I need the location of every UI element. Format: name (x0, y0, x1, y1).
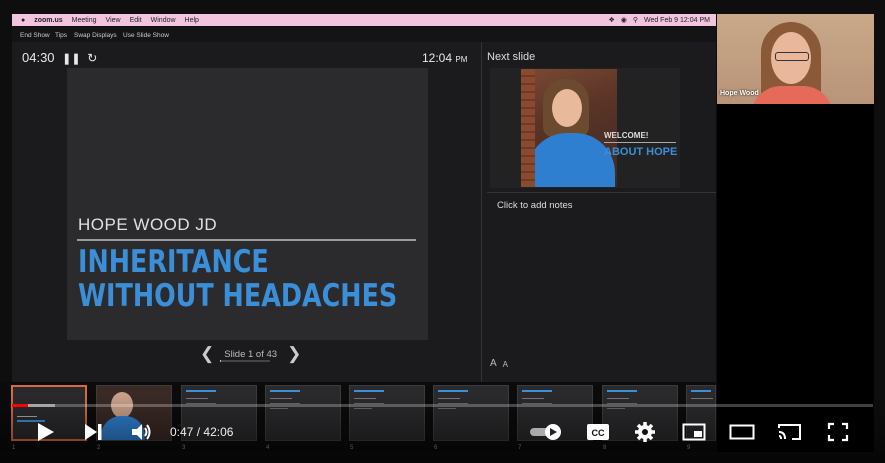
swap-displays-button[interactable]: Swap Displays (74, 32, 117, 39)
slide-presenter-name: HOPE WOOD JD (78, 215, 218, 234)
autoplay-toggle-icon[interactable] (529, 423, 565, 441)
slide-title: INHERITANCE WITHOUT HEADACHES (78, 244, 398, 314)
menu-view[interactable]: View (106, 17, 121, 24)
time-current: 0:47 (170, 425, 194, 439)
search-icon[interactable]: ⚲ (633, 16, 638, 24)
slide-counter: Slide 1 of 43 (224, 348, 278, 360)
time-separator: / (196, 425, 201, 439)
time-total: 42:06 (203, 425, 234, 439)
seek-played (12, 404, 28, 407)
volume-icon[interactable] (130, 421, 152, 443)
pause-icon[interactable]: ❚❚ (62, 53, 80, 65)
current-time: 12:04 PM (422, 51, 467, 65)
menu-edit[interactable]: Edit (130, 17, 142, 24)
next-slide-heading: WELCOME! (604, 131, 649, 140)
miniplayer-icon[interactable] (682, 423, 706, 441)
menu-app-name[interactable]: zoom.us (34, 17, 62, 24)
next-slide-label: Next slide (487, 51, 536, 63)
svg-text:CC: CC (592, 428, 605, 438)
tips-button[interactable]: Tips (55, 32, 67, 39)
dropbox-icon[interactable]: ❖ (608, 16, 614, 24)
clock-ampm: PM (455, 55, 468, 64)
theater-mode-icon[interactable] (729, 423, 755, 441)
slide-divider (77, 239, 416, 241)
mac-menubar: ● zoom.us Meeting View Edit Window Help … (12, 14, 716, 26)
use-slide-show-button[interactable]: Use Slide Show (123, 32, 169, 39)
increase-font-button[interactable]: A (490, 358, 497, 369)
menu-window[interactable]: Window (151, 17, 176, 24)
speaker-notes[interactable]: Click to add notes (497, 200, 573, 211)
cast-icon[interactable] (777, 422, 803, 442)
notes-font-size-controls: A A (490, 358, 508, 369)
seek-bar[interactable] (12, 404, 873, 407)
captions-icon[interactable]: CC (586, 423, 610, 441)
menubar-datetime[interactable]: Wed Feb 9 12:04 PM (644, 17, 710, 24)
timer-value: 04:30 (22, 50, 55, 65)
slide-progress-bar (220, 360, 270, 362)
next-video-icon[interactable] (84, 423, 104, 441)
presenter-toolbar: End Show Tips Swap Displays Use Slide Sh… (12, 27, 716, 42)
menu-help[interactable]: Help (185, 17, 199, 24)
clock-time: 12:04 (422, 51, 453, 65)
pane-divider[interactable] (481, 42, 482, 382)
settings-gear-icon[interactable] (634, 421, 656, 443)
next-slide-rule (604, 142, 676, 143)
next-slide-photo (521, 69, 617, 187)
play-icon[interactable] (36, 421, 56, 443)
menu-meeting[interactable]: Meeting (72, 17, 97, 24)
decrease-font-button[interactable]: A (503, 360, 508, 369)
notes-divider (487, 192, 716, 193)
time-display: 0:47 / 42:06 (170, 425, 233, 439)
elapsed-timer: 04:30 ❚❚ ↻ (22, 50, 97, 65)
end-show-button[interactable]: End Show (20, 32, 50, 39)
participant-name: Hope Wood (720, 90, 759, 97)
next-slide-subheading: ABOUT HOPE (604, 146, 678, 158)
apple-icon[interactable]: ● (21, 17, 25, 24)
previous-slide-icon[interactable]: ❮ (200, 344, 214, 364)
fullscreen-icon[interactable] (827, 422, 849, 442)
wifi-icon[interactable]: ◉ (621, 16, 627, 24)
reset-icon[interactable]: ↻ (87, 51, 97, 65)
slide-progress-fill (220, 360, 222, 362)
brick-wall-image (521, 69, 535, 187)
next-slide-icon[interactable]: ❯ (287, 344, 301, 364)
